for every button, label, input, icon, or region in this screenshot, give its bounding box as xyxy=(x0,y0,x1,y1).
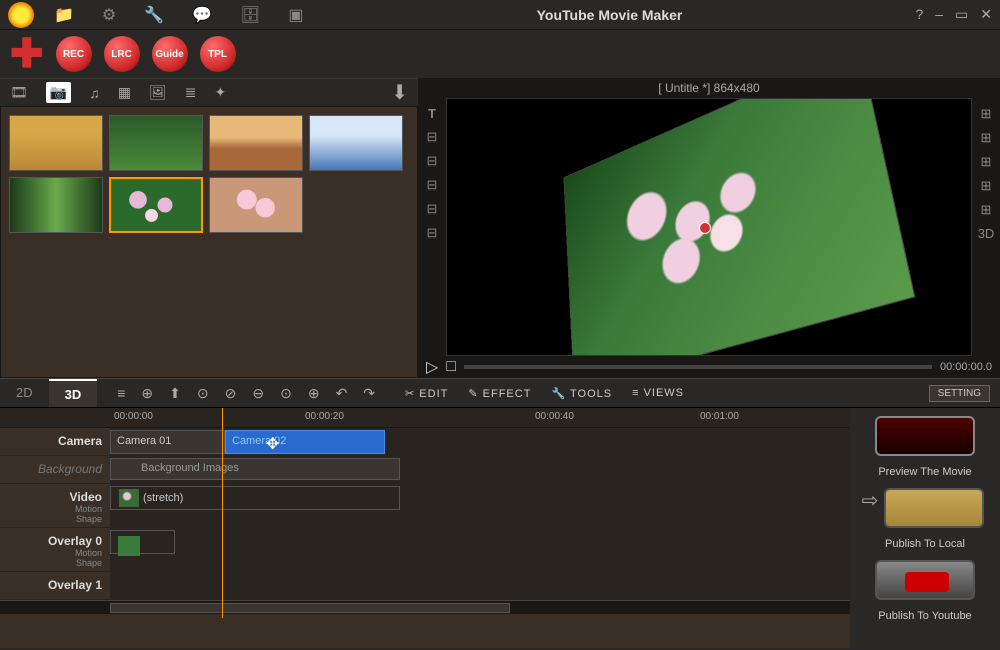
preview-canvas[interactable] xyxy=(446,98,972,356)
thumb-2[interactable] xyxy=(109,115,203,171)
grid-icon[interactable]: ⊞ xyxy=(981,106,992,122)
record-button[interactable]: REC xyxy=(56,36,92,72)
overlay0-clip[interactable] xyxy=(110,530,175,554)
thumb-1[interactable] xyxy=(9,115,103,171)
chat-icon[interactable]: 💬 xyxy=(192,5,212,25)
zoom-icon[interactable]: ⊞ xyxy=(981,154,992,170)
add-button[interactable]: ✚ xyxy=(10,34,44,74)
play-icon[interactable]: ▷ xyxy=(426,357,438,377)
tab-2d[interactable]: 2D xyxy=(0,379,49,407)
background-track-label: Background xyxy=(0,456,110,483)
undo-icon[interactable]: ↶ xyxy=(336,385,348,402)
database-icon[interactable]: 🗄 xyxy=(240,5,260,25)
align-top-icon[interactable]: ⊟ xyxy=(427,201,438,217)
redo-icon[interactable]: ↷ xyxy=(363,385,375,402)
play-tl-icon[interactable]: ⊙ xyxy=(197,385,209,402)
publish-local-button[interactable] xyxy=(884,488,984,528)
preview-info: [ Untitle *] 864x480 xyxy=(418,78,1000,98)
overlay-thumb-icon xyxy=(118,536,140,556)
background-clip[interactable]: Background Images xyxy=(110,458,400,480)
3d-icon[interactable]: 3D xyxy=(978,226,995,241)
video-clip[interactable]: (stretch) xyxy=(110,486,400,510)
tab-3d[interactable]: 3D xyxy=(49,379,98,407)
music-icon[interactable]: ♫ xyxy=(89,85,100,101)
pivot-marker[interactable] xyxy=(699,222,711,234)
puzzle-icon[interactable]: ✦ xyxy=(214,84,226,101)
film-icon[interactable]: 🎞 xyxy=(10,84,28,101)
views-menu[interactable]: ≡ VIEWS xyxy=(632,387,684,400)
publish-local-label: Publish To Local xyxy=(885,538,965,550)
stop-tl-icon[interactable]: ⊘ xyxy=(225,385,237,402)
tpl-button[interactable]: TPL xyxy=(200,36,236,72)
publish-youtube-button[interactable] xyxy=(875,560,975,600)
align-left-icon[interactable]: ⊟ xyxy=(427,129,438,145)
folder-icon[interactable]: 📁 xyxy=(54,5,74,25)
camera-track-label: Camera xyxy=(0,428,110,455)
overlay0-track-label: Overlay 0MotionShape xyxy=(0,528,110,571)
zoom-out-icon[interactable]: ⊖ xyxy=(252,385,264,402)
list-icon[interactable]: ≣ xyxy=(185,84,197,101)
camera-01-clip[interactable]: Camera 01 xyxy=(110,430,225,454)
preview-movie-label: Preview The Movie xyxy=(878,466,971,478)
thumb-4[interactable] xyxy=(309,115,403,171)
tick-0: 00:00:00 xyxy=(114,411,153,422)
thumb-7[interactable] xyxy=(209,177,303,233)
camera-add-icon[interactable]: ⊕ xyxy=(141,385,153,402)
timeline-ruler[interactable]: 00:00:00 00:00:20 00:00:40 00:01:00 xyxy=(110,408,850,427)
download-icon[interactable]: ⬇ xyxy=(391,80,408,105)
preview-image[interactable] xyxy=(563,98,915,356)
align-bottom-icon[interactable]: ⊟ xyxy=(427,225,438,241)
edit-menu[interactable]: ✂ EDIT xyxy=(405,387,448,400)
horizontal-scrollbar[interactable] xyxy=(110,603,510,613)
fit-icon[interactable]: ⊞ xyxy=(981,178,992,194)
image-icon[interactable]: 🖼 xyxy=(149,84,167,101)
playhead[interactable] xyxy=(222,408,223,618)
align-right-icon[interactable]: ⊟ xyxy=(427,177,438,193)
zoom-fit-icon[interactable]: ⊙ xyxy=(280,385,292,402)
lrc-button[interactable]: LRC xyxy=(104,36,140,72)
move-cursor-icon: ✥ xyxy=(266,434,279,454)
display-icon[interactable]: ▣ xyxy=(288,5,303,25)
window-title: YouTube Movie Maker xyxy=(304,7,916,23)
tools-menu[interactable]: 🔧 TOOLS xyxy=(551,387,612,400)
stop-icon[interactable]: □ xyxy=(446,358,456,376)
thumb-6-selected[interactable] xyxy=(109,177,203,233)
publish-youtube-label: Publish To Youtube xyxy=(878,610,971,622)
arrow-right-icon: ⇨ xyxy=(862,488,879,513)
zoom-in-icon[interactable]: ⊕ xyxy=(308,385,320,402)
up-icon[interactable]: ⬆ xyxy=(169,385,181,402)
thumb-3[interactable] xyxy=(209,115,303,171)
snap-icon[interactable]: ⊞ xyxy=(981,130,992,146)
video-thumb-icon xyxy=(119,489,139,507)
gear-icon[interactable]: ⚙ xyxy=(102,5,116,25)
text-tool-icon[interactable]: T xyxy=(428,106,436,121)
guide-button[interactable]: Guide xyxy=(152,36,188,72)
video-track-label: VideoMotionShape xyxy=(0,484,110,527)
overlay1-track-label: Overlay 1 xyxy=(0,572,110,599)
app-logo xyxy=(8,2,34,28)
align-center-icon[interactable]: ⊟ xyxy=(427,153,438,169)
menu-icon[interactable]: ≡ xyxy=(117,385,125,402)
dash-icon[interactable]: – xyxy=(935,6,943,23)
tick-2: 00:00:40 xyxy=(535,411,574,422)
effect-menu[interactable]: ✎ EFFECT xyxy=(468,387,531,400)
thumb-5[interactable] xyxy=(9,177,103,233)
camera-02-clip[interactable]: Camera 02✥ xyxy=(225,430,385,454)
setting-button[interactable]: SETTING xyxy=(929,385,990,402)
help-icon[interactable]: ? xyxy=(915,6,923,23)
wrench-icon[interactable]: 🔧 xyxy=(144,5,164,25)
media-gallery xyxy=(0,106,418,378)
photo-tab[interactable]: 📷 xyxy=(46,82,71,103)
preview-movie-button[interactable] xyxy=(875,416,975,456)
tick-1: 00:00:20 xyxy=(305,411,344,422)
tick-3: 00:01:00 xyxy=(700,411,739,422)
video-icon[interactable]: ▦ xyxy=(118,84,131,101)
view-icon[interactable]: ⊞ xyxy=(981,202,992,218)
seek-track[interactable] xyxy=(464,365,932,369)
timecode: 00:00:00.0 xyxy=(940,361,992,373)
close-icon[interactable]: ✕ xyxy=(980,6,992,23)
minimize-icon[interactable]: ▭ xyxy=(955,6,968,23)
